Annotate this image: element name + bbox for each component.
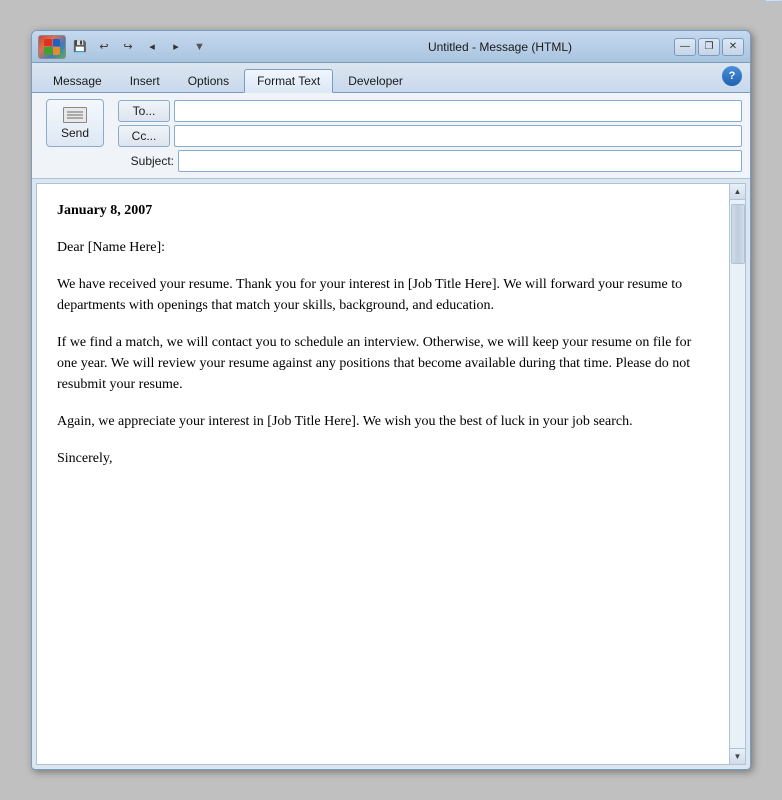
cc-input[interactable] — [174, 125, 742, 147]
envelope-lines — [67, 111, 83, 120]
ribbon-tabs: Message Insert Options Format Text Devel… — [32, 63, 750, 93]
tab-format-text[interactable]: Format Text — [244, 69, 333, 93]
office-button[interactable] — [38, 35, 66, 59]
window-controls: — ❐ ✕ — [674, 38, 744, 56]
cc-button[interactable]: Cc... — [118, 125, 170, 147]
outlook-window: 💾 ↩ ↪ ◂ ▸ ▼ Untitled - Message (HTML) — … — [31, 30, 751, 770]
tab-options[interactable]: Options — [175, 69, 242, 92]
closing: Sincerely, — [57, 448, 709, 469]
window-title: Untitled - Message (HTML) — [326, 40, 674, 54]
scrollbar: ⊞ ▲ ▼ — [729, 184, 745, 764]
paragraph3: Again, we appreciate your interest in [J… — [57, 411, 709, 432]
compose-header: Send To... Cc... Subject: — [32, 93, 750, 179]
greeting: Dear [Name Here]: — [57, 237, 709, 258]
to-cc-row: Send To... Cc... — [40, 99, 742, 147]
minimize-button[interactable]: — — [674, 38, 696, 56]
email-date: January 8, 2007 — [57, 200, 709, 221]
send-area: Send — [40, 99, 110, 147]
body-area: January 8, 2007 Dear [Name Here]: We hav… — [36, 183, 746, 765]
scroll-thumb[interactable] — [731, 204, 745, 264]
to-button[interactable]: To... — [118, 100, 170, 122]
scroll-track[interactable] — [730, 200, 746, 748]
paragraph1: We have received your resume. Thank you … — [57, 274, 709, 316]
restore-button[interactable]: ❐ — [698, 38, 720, 56]
to-input[interactable] — [174, 100, 742, 122]
cc-row: Cc... — [118, 125, 742, 147]
forward-button[interactable]: ▸ — [166, 37, 186, 57]
subject-row: Subject: — [40, 150, 742, 172]
tab-developer[interactable]: Developer — [335, 69, 416, 92]
save-button[interactable]: 💾 — [70, 37, 90, 57]
scroll-up-arrow[interactable]: ▲ — [730, 184, 746, 200]
back-button[interactable]: ◂ — [142, 37, 162, 57]
tab-insert[interactable]: Insert — [117, 69, 173, 92]
send-button[interactable]: Send — [46, 99, 104, 147]
scroll-down-arrow[interactable]: ▼ — [730, 748, 746, 764]
close-button[interactable]: ✕ — [722, 38, 744, 56]
address-fields: To... Cc... — [118, 100, 742, 147]
to-row: To... — [118, 100, 742, 122]
subject-input[interactable] — [178, 150, 742, 172]
help-button[interactable]: ? — [722, 66, 742, 86]
subject-label: Subject: — [118, 154, 174, 168]
send-label: Send — [61, 126, 89, 140]
redo-button[interactable]: ↪ — [118, 37, 138, 57]
paragraph2: If we find a match, we will contact you … — [57, 332, 709, 395]
tab-message[interactable]: Message — [40, 69, 115, 92]
email-body[interactable]: January 8, 2007 Dear [Name Here]: We hav… — [37, 184, 729, 764]
undo-button[interactable]: ↩ — [94, 37, 114, 57]
envelope-icon — [63, 107, 87, 123]
title-bar: 💾 ↩ ↪ ◂ ▸ ▼ Untitled - Message (HTML) — … — [32, 31, 750, 63]
